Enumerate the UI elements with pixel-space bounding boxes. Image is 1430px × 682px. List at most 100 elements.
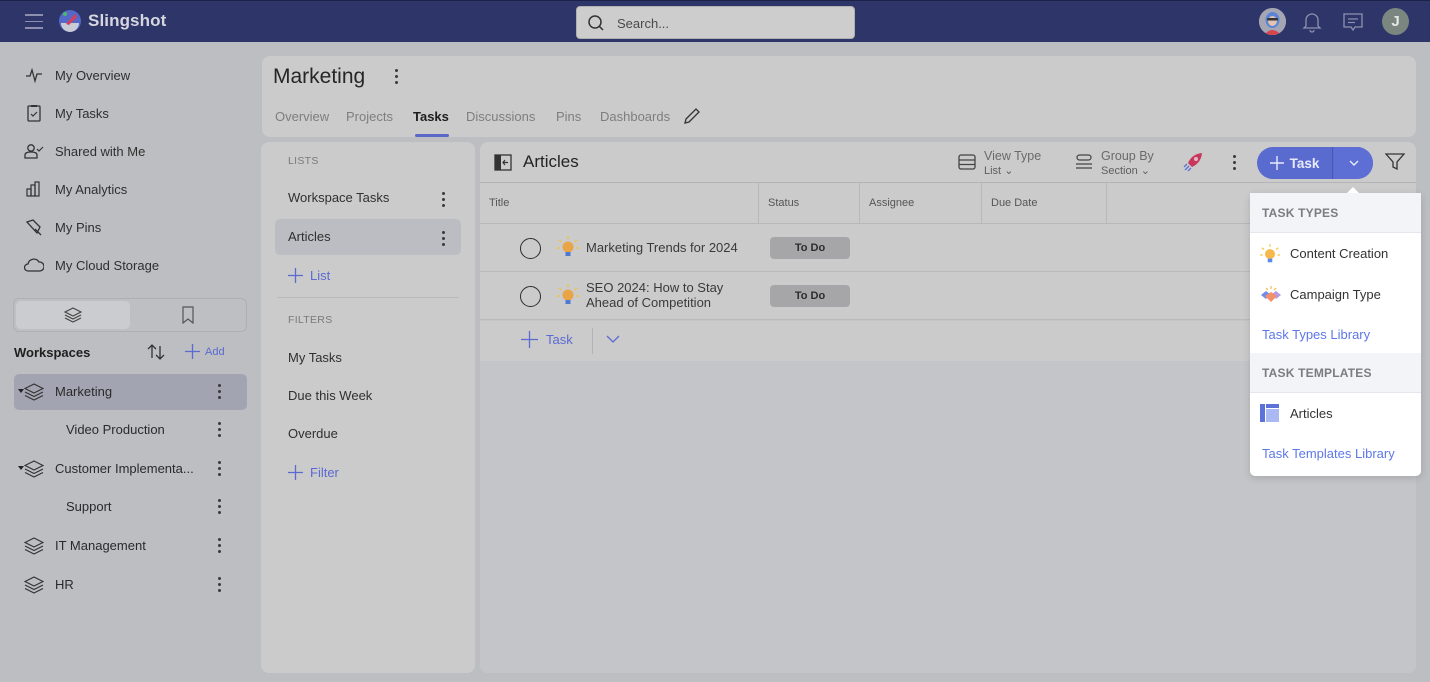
group-by-value: Section ⌄: [1101, 164, 1150, 177]
workspace-label: Customer Implementa...: [55, 461, 194, 476]
workspace-item-video-production[interactable]: Video Production: [14, 412, 247, 448]
tab-pins[interactable]: Pins: [556, 109, 581, 124]
more-options-icon[interactable]: [216, 461, 222, 476]
menu-icon[interactable]: [25, 14, 43, 29]
list-item-workspace-tasks[interactable]: Workspace Tasks: [275, 180, 461, 216]
more-options-icon[interactable]: [216, 422, 222, 437]
layers-icon: [24, 460, 44, 478]
more-options-icon[interactable]: [216, 538, 222, 553]
filter-icon[interactable]: [1385, 153, 1405, 171]
task-options-dropdown-button[interactable]: [1334, 147, 1373, 179]
workspaces-view-button[interactable]: [16, 301, 130, 329]
more-options-icon[interactable]: [393, 69, 399, 84]
lightbulb-icon: [557, 236, 579, 256]
search-placeholder: Search...: [617, 16, 670, 31]
more-options-icon[interactable]: [440, 192, 446, 207]
task-type-content-creation[interactable]: Content Creation: [1250, 234, 1421, 274]
collapse-panel-icon[interactable]: [494, 154, 512, 171]
task-templates-section-header: TASK TEMPLATES: [1250, 353, 1421, 393]
workspace-item-it-management[interactable]: IT Management: [14, 528, 247, 564]
edit-tabs-icon[interactable]: [683, 107, 701, 125]
slingshot-logo[interactable]: [58, 9, 82, 33]
active-tab-indicator: [415, 134, 449, 137]
status-badge[interactable]: To Do: [770, 237, 850, 259]
add-task-button[interactable]: Task: [1257, 147, 1333, 179]
nav-my-pins[interactable]: My Pins: [0, 212, 250, 242]
task-title[interactable]: SEO 2024: How to Stay Ahead of Competiti…: [586, 280, 723, 310]
layers-icon: [24, 537, 44, 555]
add-workspace-button[interactable]: Add: [185, 344, 225, 359]
nav-my-overview[interactable]: My Overview: [0, 60, 250, 90]
more-options-icon[interactable]: [440, 231, 446, 246]
nav-my-tasks[interactable]: My Tasks: [0, 98, 250, 128]
filters-section-label: FILTERS: [288, 314, 333, 326]
chevron-down-icon: [1349, 160, 1358, 166]
column-header-status[interactable]: Status: [759, 183, 860, 224]
complete-task-checkbox[interactable]: [520, 286, 541, 307]
bookmark-icon: [182, 306, 194, 324]
list-item-articles[interactable]: Articles: [275, 219, 461, 255]
nav-label: My Analytics: [55, 181, 128, 197]
task-types-section-header: TASK TYPES: [1250, 193, 1421, 233]
rocket-icon[interactable]: [1182, 151, 1204, 173]
task-title[interactable]: Marketing Trends for 2024: [586, 240, 738, 255]
filter-due-this-week[interactable]: Due this Week: [288, 388, 372, 403]
filter-my-tasks[interactable]: My Tasks: [288, 350, 342, 365]
bell-icon[interactable]: [1302, 11, 1322, 33]
search-input[interactable]: Search...: [576, 6, 855, 39]
nav-label: Shared with Me: [55, 143, 146, 159]
brand-name[interactable]: Slingshot: [88, 11, 166, 31]
tab-discussions[interactable]: Discussions: [466, 109, 535, 124]
user-initial-avatar[interactable]: J: [1382, 8, 1409, 35]
add-list-button[interactable]: List: [288, 268, 330, 283]
column-header-due-date[interactable]: Due Date: [982, 183, 1107, 224]
workspace-label: Marketing: [55, 384, 113, 399]
plus-icon: [521, 331, 538, 348]
add-task-label: Task: [1289, 155, 1320, 171]
task-type-campaign-type[interactable]: Campaign Type: [1250, 275, 1421, 315]
column-header-assignee[interactable]: Assignee: [860, 183, 982, 224]
workspace-item-hr[interactable]: HR: [14, 567, 247, 603]
tab-dashboards[interactable]: Dashboards: [600, 109, 670, 124]
chevron-down-icon: ⌄: [1140, 165, 1150, 177]
user-avatar[interactable]: [1259, 8, 1286, 35]
chat-icon[interactable]: [1342, 11, 1364, 33]
lightbulb-icon: [557, 284, 579, 304]
bookmarks-view-button[interactable]: [132, 301, 244, 329]
tab-projects[interactable]: Projects: [346, 109, 393, 124]
status-badge[interactable]: To Do: [770, 285, 850, 307]
group-by-label: Group By: [1101, 149, 1154, 163]
more-options-icon[interactable]: [216, 384, 222, 399]
nav-my-analytics[interactable]: My Analytics: [0, 174, 250, 204]
sort-icon[interactable]: [146, 342, 166, 362]
workspace-item-marketing[interactable]: Marketing: [14, 374, 247, 410]
filter-overdue[interactable]: Overdue: [288, 426, 338, 441]
tab-tasks[interactable]: Tasks: [413, 109, 449, 124]
add-filter-button[interactable]: Filter: [288, 465, 339, 480]
task-template-articles[interactable]: Articles: [1250, 394, 1421, 434]
workspace-item-support[interactable]: Support: [14, 489, 247, 525]
list-toolbar: Articles View Type List ⌄ Group By Secti…: [480, 142, 1416, 183]
more-options-icon[interactable]: [1231, 155, 1237, 170]
more-options-icon[interactable]: [216, 577, 222, 592]
workspace-label: IT Management: [55, 538, 146, 553]
list-label: Workspace Tasks: [288, 190, 390, 205]
clipboard-check-icon: [24, 103, 44, 123]
inline-add-task-button[interactable]: Task: [521, 331, 573, 348]
complete-task-checkbox[interactable]: [520, 238, 541, 259]
more-options-icon[interactable]: [216, 499, 222, 514]
add-task-split-button: Task: [1257, 147, 1373, 179]
task-types-library-link[interactable]: Task Types Library: [1262, 327, 1370, 342]
user-check-icon: [24, 141, 44, 161]
workspace-item-customer-implementation[interactable]: Customer Implementa...: [14, 451, 247, 487]
lightbulb-icon: [1260, 244, 1280, 263]
nav-label: My Pins: [55, 219, 102, 235]
task-templates-library-link[interactable]: Task Templates Library: [1262, 446, 1395, 461]
top-bar: Slingshot Search... J: [0, 0, 1430, 42]
lists-section-label: LISTS: [288, 155, 319, 167]
tab-overview[interactable]: Overview: [275, 109, 329, 124]
nav-my-cloud-storage[interactable]: My Cloud Storage: [0, 250, 250, 280]
column-header-title[interactable]: Title: [480, 183, 759, 224]
nav-shared-with-me[interactable]: Shared with Me: [0, 136, 250, 166]
chevron-down-icon[interactable]: [606, 335, 620, 344]
